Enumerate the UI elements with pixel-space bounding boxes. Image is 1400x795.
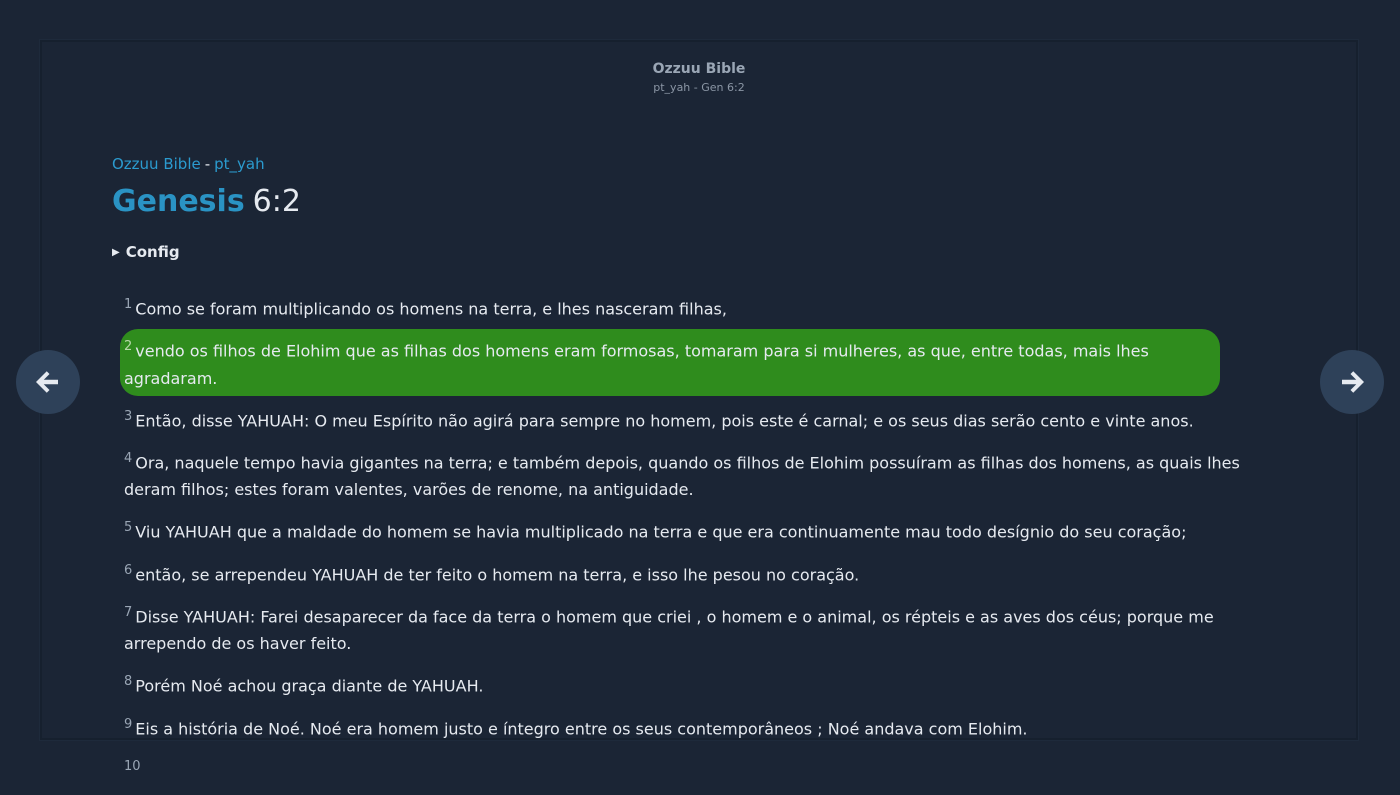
verse-9[interactable]: 9 Eis a história de Noé. Noé era homem ju… — [124, 711, 1282, 742]
verse-number: 5 — [124, 520, 133, 536]
verse-text: Porém Noé achou graça diante de YAHUAH. — [135, 676, 484, 696]
verse-text: Ora, naquele tempo havia gigantes na ter… — [124, 453, 1240, 500]
verse-number: 3 — [124, 408, 133, 424]
book-name[interactable]: Genesis — [112, 184, 245, 219]
verse-number: 4 — [124, 450, 133, 466]
site-title: Ozzuu Bible — [652, 61, 746, 77]
arrow-right-icon — [1342, 371, 1364, 393]
verse-8[interactable]: 8 Porém Noé achou graça diante de YAHUAH. — [124, 668, 1282, 699]
site-header: Ozzuu Bible pt_yah - Gen 6:2 — [42, 60, 1356, 95]
verse-number: 6 — [124, 562, 133, 578]
verse-text: vendo os filhos de Elohim que as filhas … — [124, 341, 1149, 388]
breadcrumb-version-link[interactable]: pt_yah — [214, 155, 264, 173]
previous-verse-button[interactable] — [16, 350, 80, 414]
page-title: Genesis 6:2 — [112, 184, 1282, 220]
verse-number: 10 — [124, 758, 141, 774]
disclosure-triangle-icon: ▶ — [112, 247, 120, 258]
verse-6[interactable]: 6 então, se arrependeu YAHUAH de ter feit… — [124, 557, 1282, 588]
verse-list: 1 Como se foram multiplicando os homens n… — [112, 291, 1282, 784]
verse-number: 1 — [124, 297, 133, 312]
config-label: Config — [125, 243, 180, 261]
verse-text: Disse YAHUAH: Farei desaparecer da face … — [124, 607, 1214, 654]
breadcrumb-separator: - — [204, 155, 211, 173]
breadcrumb-home-link[interactable]: Ozzuu Bible — [112, 155, 201, 173]
content: Ozzuu Bible - pt_yah Genesis 6:2 ▶ Config 1C… — [112, 154, 1282, 795]
verse-number: 9 — [124, 716, 133, 732]
verse-1[interactable]: 1 Como se foram multiplicando os homens n… — [124, 291, 1282, 322]
next-verse-button[interactable] — [1320, 350, 1384, 414]
verse-4[interactable]: 4 Ora, naquele tempo havia gigantes na te… — [124, 445, 1282, 503]
verse-10[interactable]: 10 — [124, 753, 1282, 784]
verse-text: Eis a história de Noé. Noé era homem jus… — [135, 718, 1028, 738]
verse-text: Viu YAHUAH que a maldade do homem se hav… — [135, 522, 1187, 542]
verse-3[interactable]: 3 Então, disse YAHUAH: O meu Espírito não… — [124, 403, 1282, 434]
verse-number: 8 — [124, 674, 133, 690]
arrow-left-icon — [36, 371, 58, 393]
verse-2-current[interactable]: 2 vendo os filhos de Elohim que as filhas… — [120, 329, 1220, 396]
verse-text: então, se arrependeu YAHUAH de ter feito… — [135, 564, 860, 584]
site-subtitle: pt_yah - Gen 6:2 — [653, 81, 745, 94]
verse-number: 7 — [124, 604, 133, 620]
verse-text: Como se foram multiplicando os homens na… — [135, 299, 727, 319]
chapter-verse-ref: 6:2 — [252, 184, 301, 219]
breadcrumb: Ozzuu Bible - pt_yah — [112, 154, 1282, 174]
verse-number: 2 — [124, 339, 133, 355]
config-toggle[interactable]: ▶ Config — [112, 242, 1282, 265]
verse-7[interactable]: 7 Disse YAHUAH: Farei desaparecer da face… — [124, 599, 1282, 657]
main-panel: Ozzuu Bible pt_yah - Gen 6:2 Ozzuu Bible… — [40, 40, 1358, 774]
verse-text: Então, disse YAHUAH: O meu Espírito não … — [135, 410, 1194, 430]
verse-5[interactable]: 5 Viu YAHUAH que a maldade do homem se ha… — [124, 514, 1282, 545]
